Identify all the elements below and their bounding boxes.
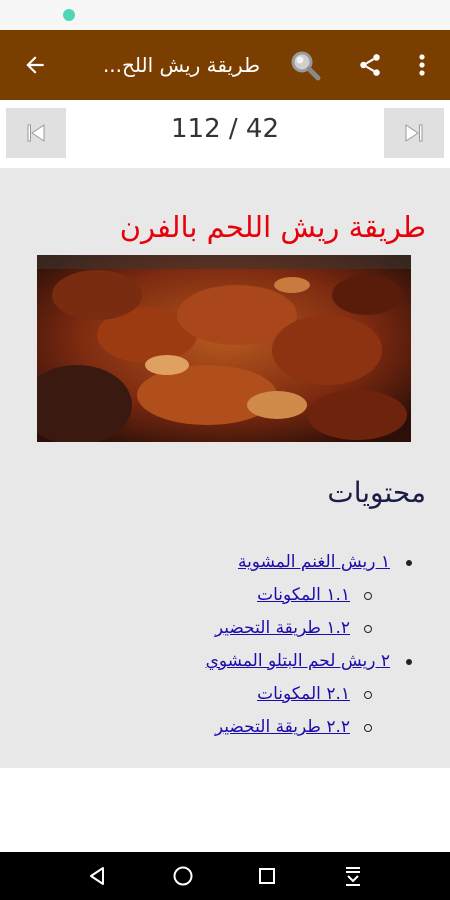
search-icon[interactable] — [282, 30, 328, 100]
toc-item: ١ ريش الغنم المشوية — [206, 546, 412, 579]
status-bar — [0, 0, 450, 30]
bullet-circle-icon — [364, 691, 372, 699]
toc-heading: محتويات — [327, 476, 426, 509]
nav-home-icon[interactable] — [158, 852, 208, 900]
notification-dot-icon — [63, 9, 75, 21]
app-bar: طريقة ريش اللح... — [0, 30, 450, 100]
bullet-circle-icon — [364, 592, 372, 600]
app-bar-title: طريقة ريش اللح... — [102, 53, 260, 77]
bullet-circle-icon — [364, 625, 372, 633]
system-nav-bar — [0, 852, 450, 900]
toc-item: ٢.٢ طريقة التحضير — [206, 711, 372, 744]
back-arrow-icon[interactable] — [12, 30, 58, 100]
last-page-button[interactable] — [384, 108, 444, 158]
skip-next-icon — [405, 124, 423, 142]
bullet-disc-icon — [406, 560, 412, 566]
toc-link[interactable]: ١.١ المكونات — [257, 585, 350, 605]
toc-link[interactable]: ١ ريش الغنم المشوية — [238, 552, 390, 572]
toc-link[interactable]: ٢.٢ طريقة التحضير — [215, 717, 350, 737]
lamb-ribs-photo — [37, 255, 411, 442]
toc-item: ٢.١ المكونات — [206, 678, 372, 711]
table-of-contents: ١ ريش الغنم المشوية ١.١ المكونات ١.٢ طري… — [206, 546, 412, 744]
nav-recents-icon[interactable] — [242, 852, 292, 900]
more-vert-icon[interactable] — [404, 30, 440, 100]
skip-previous-icon — [27, 124, 45, 142]
toc-item: ١.١ المكونات — [206, 579, 372, 612]
bullet-circle-icon — [364, 724, 372, 732]
toc-link[interactable]: ٢.١ المكونات — [257, 684, 350, 704]
article-title: طريقة ريش اللحم بالفرن — [119, 210, 426, 244]
toc-link[interactable]: ٢ ريش لحم البتلو المشوي — [206, 651, 390, 671]
toc-item: ٢ ريش لحم البتلو المشوي — [206, 645, 412, 678]
page-indicator: 112 / 42 — [171, 114, 279, 144]
toc-item: ١.٢ طريقة التحضير — [206, 612, 372, 645]
first-page-button[interactable] — [6, 108, 66, 158]
toc-link[interactable]: ١.٢ طريقة التحضير — [215, 618, 350, 638]
pager-bar: 112 / 42 — [0, 100, 450, 168]
bullet-disc-icon — [406, 659, 412, 665]
article-content: طريقة ريش اللحم بالفرن محتويات ١ ريش الغ… — [0, 168, 450, 768]
nav-hide-keyboard-icon[interactable] — [328, 852, 378, 900]
nav-back-icon[interactable] — [72, 852, 122, 900]
share-icon[interactable] — [348, 30, 392, 100]
